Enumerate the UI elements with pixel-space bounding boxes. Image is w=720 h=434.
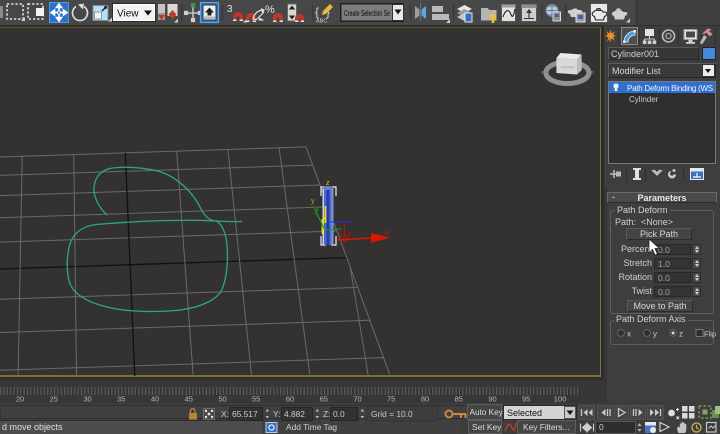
svg-text:z: z [679, 330, 683, 339]
svg-text:0: 0 [599, 422, 604, 432]
svg-text:Key Filters...: Key Filters... [523, 422, 570, 432]
svg-text:x: x [385, 230, 388, 236]
svg-text:y: y [653, 330, 657, 339]
svg-text:Selected: Selected [507, 408, 542, 418]
svg-text:x: x [627, 330, 631, 339]
svg-text:65.517: 65.517 [232, 409, 258, 419]
svg-text:{: { [315, 5, 319, 19]
svg-text:Set Key: Set Key [472, 422, 502, 432]
svg-text:Auto Key: Auto Key [470, 408, 504, 417]
svg-text:Flip: Flip [704, 330, 716, 339]
svg-text:z: z [326, 180, 330, 187]
svg-text:Create Selection Se: Create Selection Se [344, 8, 390, 18]
svg-text:FRONT: FRONT [561, 65, 575, 70]
svg-text:0.0: 0.0 [333, 409, 345, 419]
svg-text:S: S [565, 82, 568, 87]
svg-text:y: y [311, 198, 315, 205]
svg-text:4.882: 4.882 [284, 409, 305, 419]
svg-text:View: View [117, 9, 139, 20]
svg-text:3: 3 [227, 4, 233, 15]
svg-text:Grid = 10.0: Grid = 10.0 [371, 409, 413, 419]
svg-text:X:: X: [221, 409, 229, 419]
svg-text:Z:: Z: [323, 409, 330, 419]
svg-text:ABC: ABC [316, 19, 327, 25]
svg-text:E: E [591, 70, 594, 75]
svg-text:%: % [265, 4, 275, 16]
svg-text:Add Time Tag: Add Time Tag [286, 422, 337, 432]
svg-text:Y:: Y: [273, 409, 280, 419]
svg-text:d move objects: d move objects [2, 422, 63, 432]
